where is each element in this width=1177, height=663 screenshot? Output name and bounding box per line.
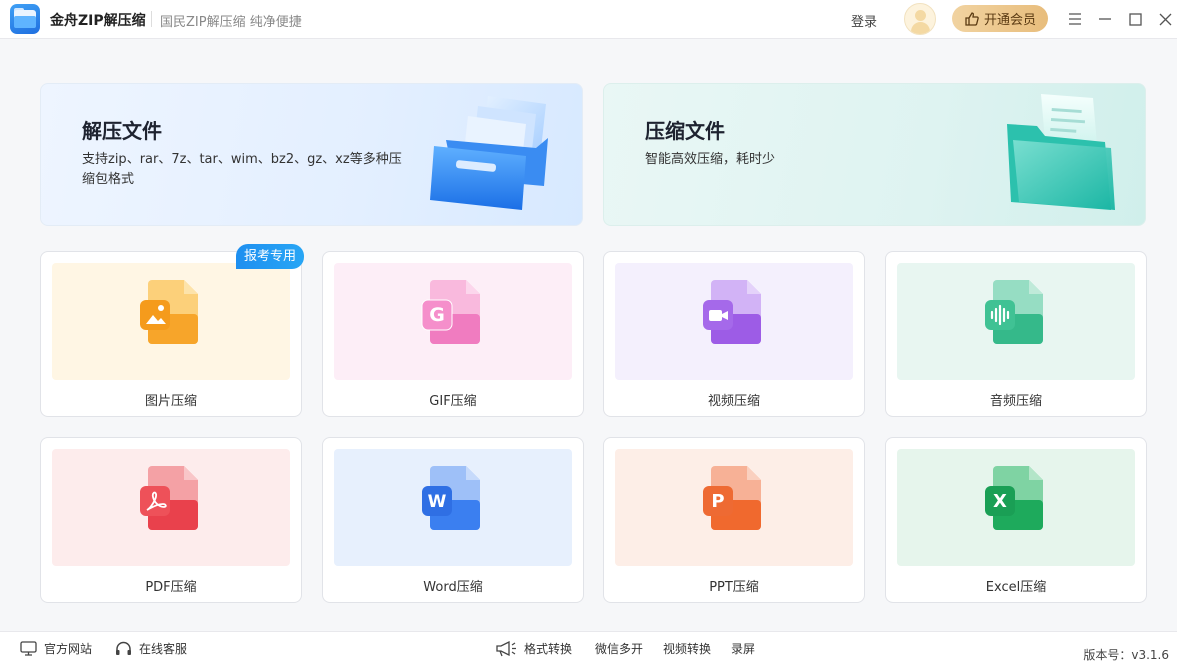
compress-files-desc: 智能高效压缩，耗时少: [645, 152, 776, 167]
video-file-icon: [703, 280, 761, 344]
excel-letter: X: [993, 491, 1007, 512]
monitor-icon: [20, 641, 37, 656]
megaphone-icon: [496, 640, 516, 657]
app-title: 金舟ZIP解压缩: [50, 13, 146, 29]
screen-record-link[interactable]: 录屏: [731, 640, 755, 657]
word-file-icon: W: [422, 466, 480, 530]
gif-letter: G: [429, 304, 445, 326]
vip-button[interactable]: 开通会员: [952, 5, 1048, 32]
audio-file-icon: [985, 280, 1043, 344]
online-support-label: 在线客服: [139, 642, 188, 656]
close-icon: [1159, 13, 1171, 25]
status-bar: 官方网站 在线客服 格式转换 微信多开 视频转换 录屏 版本号：v3.1.6: [0, 631, 1177, 663]
extract-files-card[interactable]: 解压文件 支持zip、rar、7z、tar、wim、bz2、gz、xz等多种压缩…: [40, 83, 583, 226]
vip-button-label: 开通会员: [983, 13, 1036, 28]
format-convert-label: 格式转换: [524, 642, 573, 656]
login-link[interactable]: 登录: [851, 11, 877, 30]
ppt-compress-card[interactable]: P PPT压缩: [603, 437, 865, 603]
avatar[interactable]: [904, 3, 936, 35]
thumbs-up-icon: [965, 11, 979, 26]
pdf-file-icon: [140, 466, 198, 530]
word-letter: W: [428, 492, 447, 512]
video-compress-card[interactable]: 视频压缩: [603, 251, 865, 417]
card-label: 视频压缩: [707, 394, 760, 409]
card-label: 图片压缩: [144, 394, 197, 409]
card-label: Word压缩: [423, 580, 483, 595]
menu-icon: [1069, 13, 1081, 25]
extract-files-desc: 支持zip、rar、7z、tar、wim、bz2、gz、xz等多种压缩包格式: [82, 152, 402, 187]
ppt-letter: P: [711, 491, 724, 512]
gif-compress-card[interactable]: G GIF压缩: [322, 251, 584, 417]
compress-files-title: 压缩文件: [645, 119, 725, 143]
wechat-multi-label: 微信多开: [595, 642, 644, 656]
headset-icon: [116, 641, 131, 655]
maximize-button[interactable]: [1124, 8, 1146, 30]
official-website-link[interactable]: 官方网站: [20, 640, 92, 657]
app-logo-icon: [10, 4, 40, 34]
card-label: 音频压缩: [989, 394, 1042, 409]
title-bar: 金舟ZIP解压缩 国民ZIP解压缩 纯净便捷 登录 开通会员: [0, 0, 1177, 39]
ppt-file-icon: P: [703, 466, 761, 530]
title-divider: [151, 11, 152, 27]
audio-compress-card[interactable]: 音频压缩: [885, 251, 1147, 417]
wechat-multi-link[interactable]: 微信多开: [595, 640, 643, 657]
app-slogan: 国民ZIP解压缩 纯净便捷: [160, 15, 302, 30]
card-label: GIF压缩: [429, 394, 477, 409]
online-support-link[interactable]: 在线客服: [115, 640, 187, 657]
excel-compress-card[interactable]: X Excel压缩: [885, 437, 1147, 603]
compress-files-card[interactable]: 压缩文件 智能高效压缩，耗时少: [603, 83, 1146, 226]
file-drawer-icon: [430, 96, 548, 210]
video-convert-link[interactable]: 视频转换: [663, 640, 711, 657]
minimize-icon: [1099, 18, 1111, 20]
image-compress-card[interactable]: 图片压缩: [40, 251, 302, 417]
maximize-icon: [1128, 12, 1142, 26]
menu-button[interactable]: [1064, 8, 1086, 30]
excel-file-icon: X: [985, 466, 1043, 530]
screen-record-label: 录屏: [731, 642, 756, 656]
card-label: PPT压缩: [709, 580, 759, 595]
video-convert-label: 视频转换: [663, 642, 712, 656]
card-label: PDF压缩: [145, 580, 197, 595]
green-folder-icon: [1007, 94, 1115, 210]
card-label: Excel压缩: [985, 580, 1047, 595]
exam-badge: 报考专用: [236, 244, 305, 269]
close-button[interactable]: [1154, 8, 1176, 30]
format-convert-link[interactable]: 格式转换: [495, 640, 572, 657]
image-file-icon: [140, 280, 198, 344]
extract-files-title: 解压文件: [82, 119, 162, 143]
gif-file-icon: G: [421, 280, 480, 344]
pdf-compress-card[interactable]: PDF压缩: [40, 437, 302, 603]
version-label: 版本号：v3.1.6: [1083, 648, 1169, 662]
minimize-button[interactable]: [1094, 8, 1116, 30]
official-website-label: 官方网站: [44, 642, 93, 656]
word-compress-card[interactable]: W Word压缩: [322, 437, 584, 603]
